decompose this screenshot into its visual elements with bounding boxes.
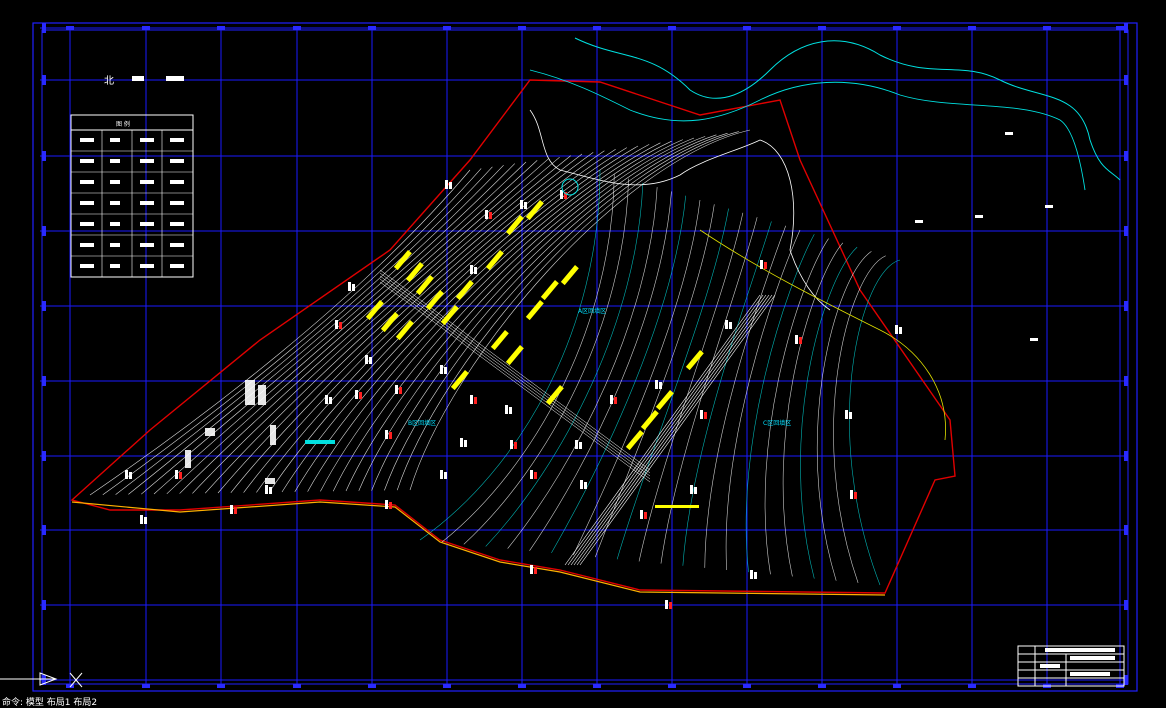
inner-frame (41, 29, 1129, 685)
zone-label-c: C区回填区 (763, 419, 791, 427)
grid-ticks (42, 23, 1128, 688)
site-boundary (70, 79, 956, 594)
legend-table: 图 例 (70, 114, 194, 278)
legend-title: 图 例 (116, 120, 130, 128)
cad-model-space[interactable]: 北 图 例 A区回填区 B区回填区 C区回填区 命令: 模型 布局1 布局2 (0, 0, 1166, 708)
drawing-canvas[interactable]: 北 图 例 A区回填区 B区回填区 C区回填区 (0, 0, 1166, 708)
outer-frame (32, 22, 1138, 692)
zone-label-a: A区回填区 (578, 307, 606, 315)
north-arrow: 北 (104, 75, 184, 87)
status-bar: 命令: 模型 布局1 布局2 (0, 698, 1166, 708)
north-label: 北 (104, 75, 114, 87)
site-plan (70, 37, 1121, 609)
coordinate-grid (40, 27, 1128, 684)
zone-label-b: B区回填区 (408, 419, 436, 427)
